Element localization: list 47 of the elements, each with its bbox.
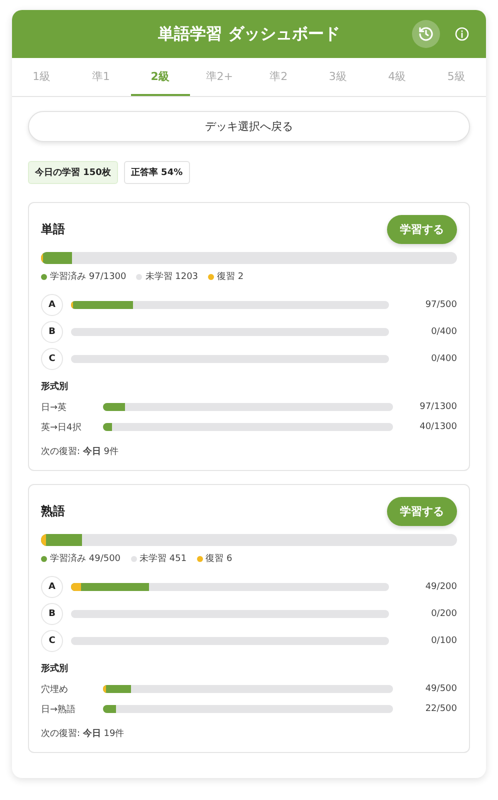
next-review-text: 次の復習: 今日 19件 xyxy=(41,728,126,740)
grade-tab[interactable]: 準2 xyxy=(249,58,308,96)
count-label: 40/1300 xyxy=(418,422,457,432)
level-badge: A xyxy=(41,294,63,316)
count-label: 22/500 xyxy=(424,704,457,714)
count-label: 49/500 xyxy=(424,684,457,694)
format-label: 日→英 xyxy=(41,402,68,414)
format-label: 穴埋め xyxy=(41,684,69,696)
grade-tab[interactable]: 4級 xyxy=(368,58,427,96)
format-label: 日→熟語 xyxy=(41,704,77,716)
card-title: 単語 xyxy=(41,221,65,238)
header-title: 単語学習 ダッシュボード xyxy=(158,24,340,44)
format-label: 英→日4択 xyxy=(41,422,82,434)
section-title: 形式別 xyxy=(41,662,69,675)
study-button[interactable]: 学習する xyxy=(387,215,457,244)
count-label: 0/100 xyxy=(430,636,457,646)
grade-tab[interactable]: 3級 xyxy=(308,58,368,96)
legend-label: 学習済み 97/1300 xyxy=(50,270,126,283)
level-badge: B xyxy=(41,320,63,342)
level-badge: C xyxy=(41,348,63,370)
count-label: 0/400 xyxy=(430,354,457,364)
grade-tab[interactable]: 2級 xyxy=(130,58,190,96)
back-button[interactable]: デッキ選択へ戻る xyxy=(28,111,470,142)
legend-label: 未学習 451 xyxy=(140,552,187,565)
legend-label: 未学習 1203 xyxy=(145,270,198,283)
study-button[interactable]: 学習する xyxy=(387,497,457,526)
grade-tab[interactable]: 1級 xyxy=(12,58,72,96)
history-icon[interactable] xyxy=(412,20,440,48)
grade-tab[interactable]: 準1 xyxy=(71,58,130,96)
grade-tab[interactable]: 準2+ xyxy=(190,58,249,96)
count-label: 97/500 xyxy=(424,300,457,310)
count-label: 0/200 xyxy=(430,608,457,618)
stat-chip: 今日の学習 150枚 xyxy=(28,161,118,184)
legend-label: 学習済み 49/500 xyxy=(50,552,121,565)
level-badge: C xyxy=(41,630,63,652)
grade-tab[interactable]: 5級 xyxy=(426,58,486,96)
next-review-text: 次の復習: 今日 9件 xyxy=(41,446,120,458)
stat-chip: 正答率 54% xyxy=(124,161,190,184)
section-title: 形式別 xyxy=(41,380,69,393)
card-title: 熟語 xyxy=(41,503,65,520)
level-badge: B xyxy=(41,602,63,624)
legend-label: 復習 2 xyxy=(217,270,244,283)
legend-label: 復習 6 xyxy=(206,552,232,565)
count-label: 49/200 xyxy=(424,582,457,592)
count-label: 97/1300 xyxy=(418,402,457,412)
level-badge: A xyxy=(41,576,63,598)
count-label: 0/400 xyxy=(430,326,457,336)
